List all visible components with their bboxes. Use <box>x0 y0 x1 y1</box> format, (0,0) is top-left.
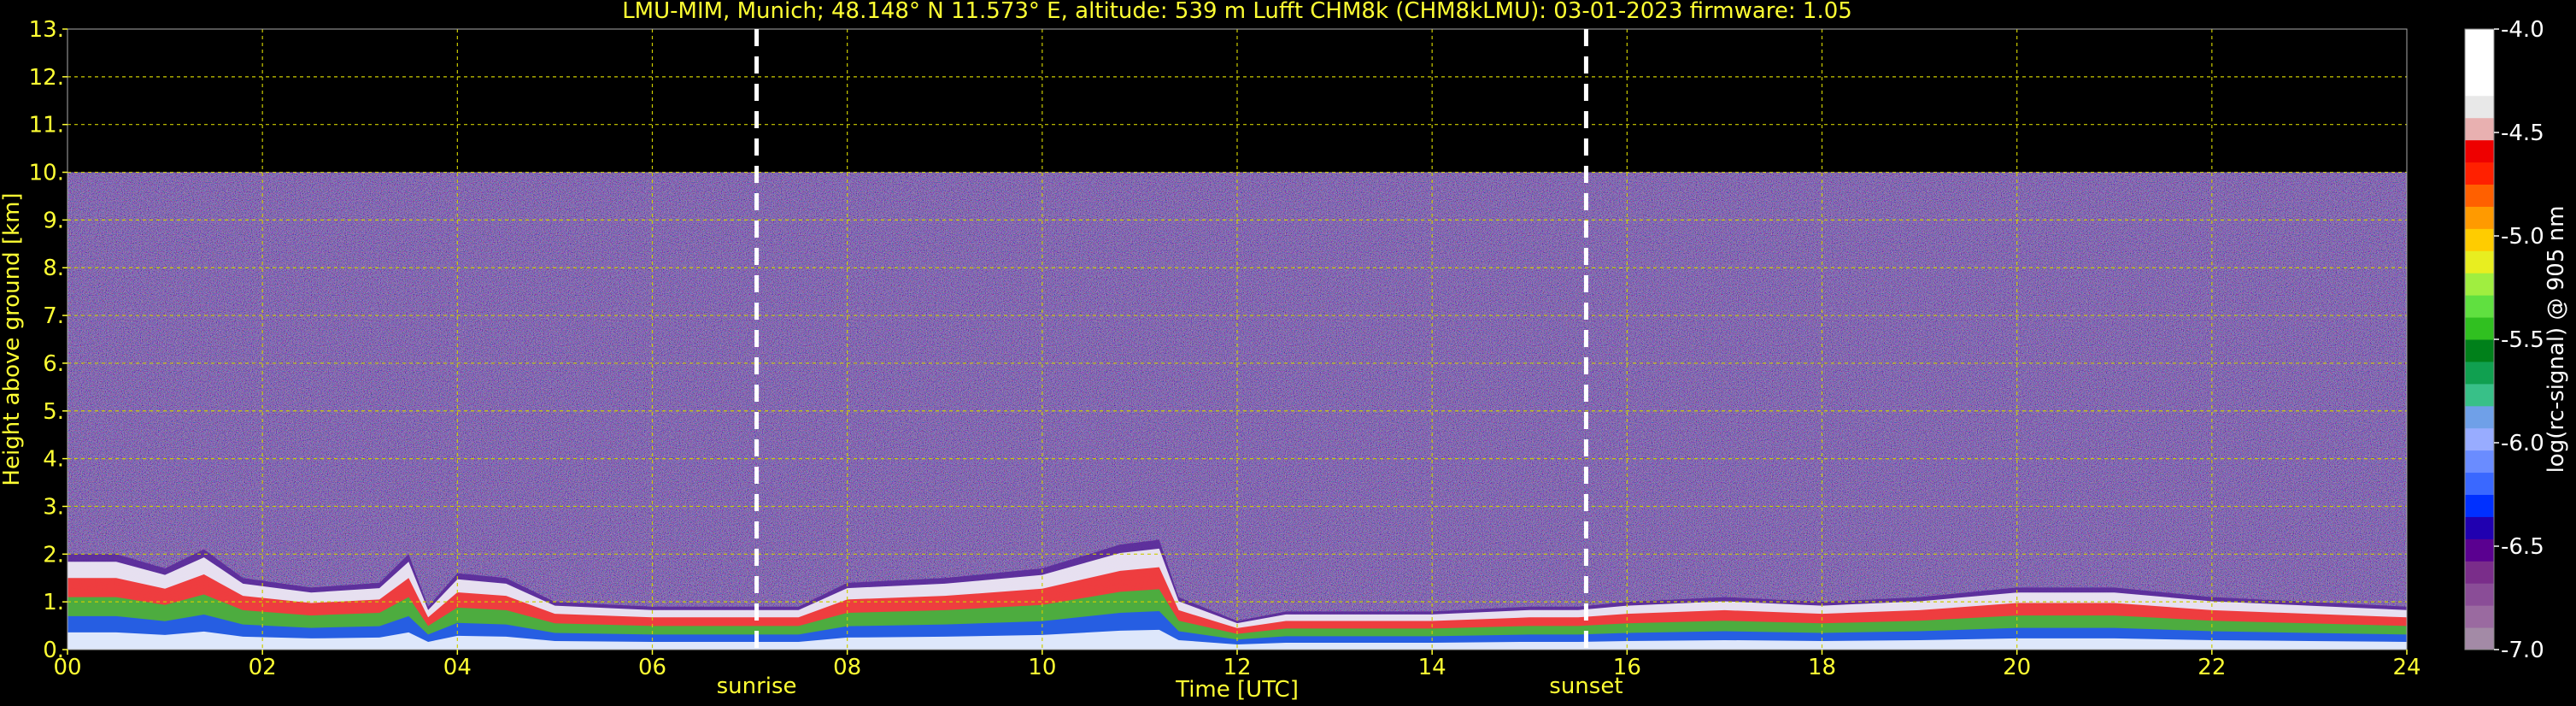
chart-title: LMU-MIM, Munich; 48.148° N 11.573° E, al… <box>622 0 1852 24</box>
colorbar-segment <box>2465 405 2494 429</box>
colorbar-segment <box>2465 583 2494 606</box>
y-axis-label: Height above ground [km] <box>0 192 25 485</box>
x-tick-label: 22 <box>2198 655 2226 680</box>
colorbar-segment <box>2465 29 2494 52</box>
x-tick-label: 06 <box>638 655 666 680</box>
colorbar-segment <box>2465 228 2494 251</box>
ceilometer-chart: sunrise sunset 00 02 04 06 08 10 12 14 16 18 20 22 24… <box>0 0 2576 706</box>
x-tick-label: 20 <box>2003 655 2031 680</box>
colorbar-segment <box>2465 339 2494 362</box>
sun-marker-label: sunrise <box>717 674 797 699</box>
y-tick-label: 4. <box>43 447 64 473</box>
colorbar-segment <box>2465 361 2494 385</box>
x-tick-label: 04 <box>443 655 472 680</box>
colorbar-segment <box>2465 95 2494 119</box>
colorbar-segment <box>2465 472 2494 495</box>
colorbar-segment <box>2465 538 2494 562</box>
sun-marker-label: sunset <box>1549 674 1622 699</box>
y-tick-label: 9. <box>43 208 64 233</box>
colorbar-segment <box>2465 184 2494 207</box>
colorbar-tick-label: -4.0 <box>2501 17 2544 43</box>
colorbar-segment <box>2465 117 2494 141</box>
y-tick-label: 8. <box>43 256 64 281</box>
colorbar-tick-label: -7.0 <box>2501 638 2544 663</box>
y-tick-label: 2. <box>43 542 64 568</box>
y-tick-label: 5. <box>43 399 64 425</box>
colorbar-segment <box>2465 162 2494 185</box>
x-tick-label: 02 <box>249 655 277 680</box>
y-tick-label: 13. <box>29 17 64 43</box>
x-tick-label: 18 <box>1808 655 1836 680</box>
y-tick-label: 7. <box>43 303 64 329</box>
x-tick-label: 10 <box>1028 655 1056 680</box>
colorbar-segment <box>2465 627 2494 650</box>
x-tick-label: 08 <box>833 655 861 680</box>
colorbar-label: log(rc-signal) @ 905 nm <box>2544 206 2569 474</box>
colorbar-segment <box>2465 450 2494 474</box>
colorbar-segment <box>2465 383 2494 407</box>
y-tick-label: 12. <box>29 65 64 91</box>
colorbar-segment <box>2465 561 2494 584</box>
x-tick-label: 16 <box>1613 655 1641 680</box>
colorbar-segment <box>2465 50 2494 74</box>
colorbar-tick-label: -4.5 <box>2501 121 2544 146</box>
colorbar-tick-label: -5.5 <box>2501 327 2544 353</box>
colorbar-segment <box>2465 427 2494 451</box>
y-tick-label: 1. <box>43 590 64 615</box>
y-tick-label: 10. <box>29 161 64 186</box>
colorbar-segment <box>2465 139 2494 163</box>
y-tick-label: 6. <box>43 351 64 377</box>
y-tick-label: 11. <box>29 113 64 138</box>
colorbar-segment <box>2465 605 2494 628</box>
colorbar-segment <box>2465 273 2494 296</box>
colorbar-tick-label: -5.0 <box>2501 224 2544 250</box>
colorbar-segment <box>2465 516 2494 539</box>
colorbar-tick-label: -6.5 <box>2501 534 2544 560</box>
y-tick-label: 3. <box>43 494 64 520</box>
colorbar-segment <box>2465 250 2494 274</box>
x-tick-label: 14 <box>1418 655 1446 680</box>
x-axis-label: Time [UTC] <box>1175 677 1299 703</box>
colorbar-segment <box>2465 206 2494 229</box>
colorbar-segment <box>2465 295 2494 318</box>
colorbar-segment <box>2465 317 2494 340</box>
plot-area: sunrise sunset <box>67 28 2408 699</box>
colorbar-segment <box>2465 494 2494 517</box>
colorbar-tick-label: -6.0 <box>2501 431 2544 456</box>
colorbar-segment <box>2465 73 2494 97</box>
x-tick-label: 24 <box>2392 655 2421 680</box>
y-tick-label: 0. <box>43 638 64 663</box>
